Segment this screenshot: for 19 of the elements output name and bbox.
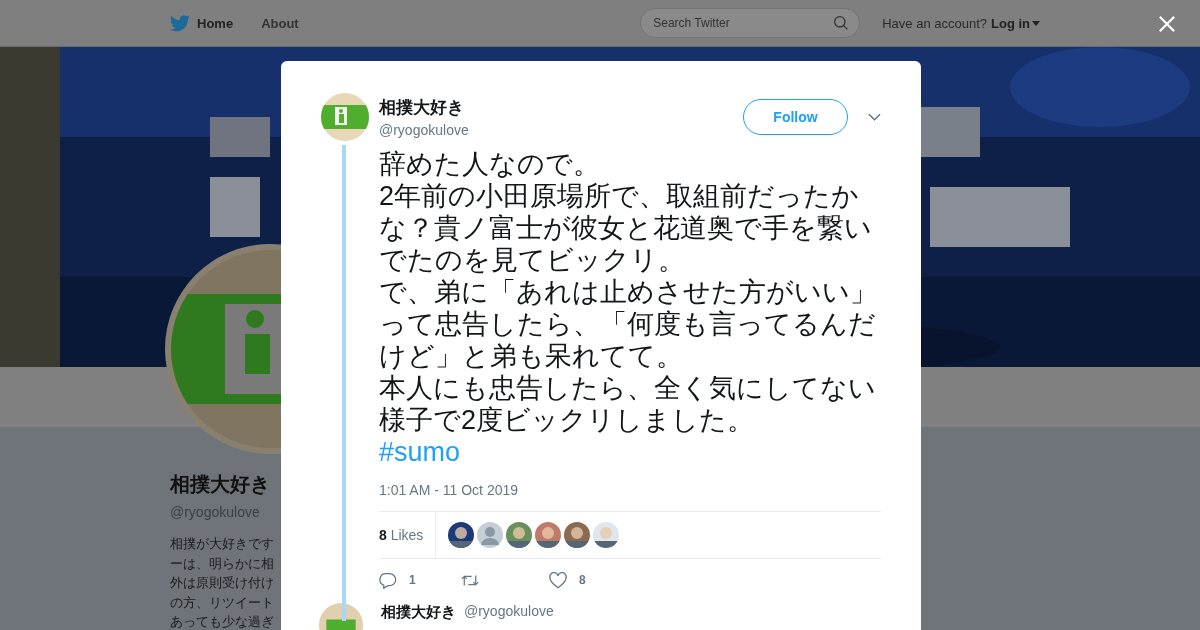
reply-count: 1 [409,573,416,587]
profile-name: 相撲大好き [170,472,271,497]
reply-author-handle[interactable]: @ryogokulove [464,603,554,620]
nav-link[interactable]: Home [197,15,234,31]
caret-icon[interactable] [1032,20,1040,26]
hashtag-link[interactable]: #sumo [379,436,461,468]
profile-bio: 相撲が大好きです ーは、明らかに相 外は原則受け付け の方、リツイート あっても少な過ぎ [170,535,275,630]
close-icon[interactable] [1158,15,1176,33]
nav-link[interactable]: About [261,15,299,31]
account-prompt: Have an account? [882,15,987,31]
like-count: 8 [579,573,586,587]
reply-author-name[interactable]: 相撲大好き [381,603,456,620]
likes-count[interactable]: 8 Likes [379,512,437,558]
reply-icon[interactable] [379,571,397,589]
heart-icon[interactable] [549,571,567,589]
tweet-time: 1:01 AM - 11 Oct 2019 [379,482,520,498]
login-link[interactable]: Log in [991,15,1040,31]
search-icon[interactable] [833,15,850,31]
search-field[interactable]: Search Twitter [640,8,861,38]
